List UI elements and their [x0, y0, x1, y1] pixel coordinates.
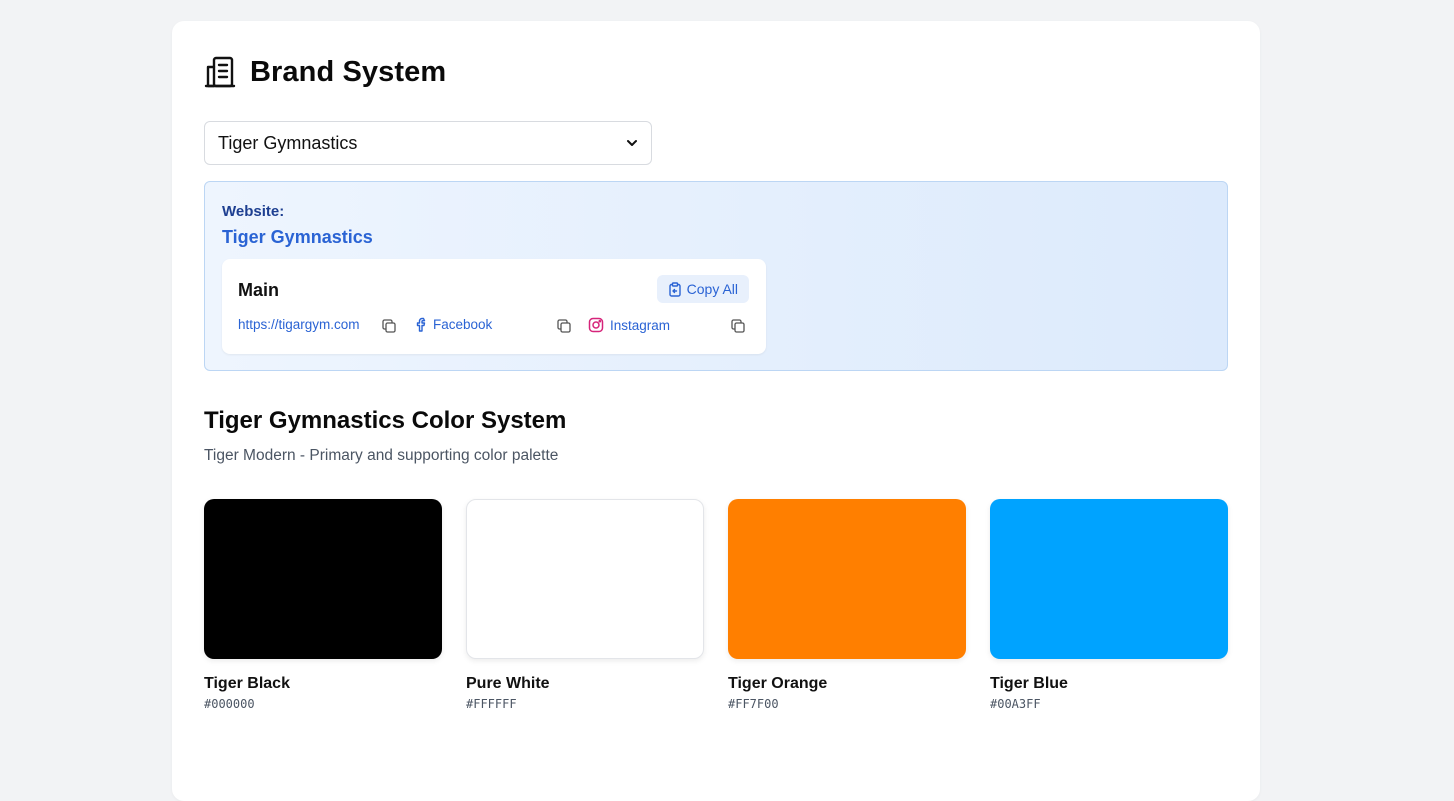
instagram-link[interactable]: Instagram [588, 317, 670, 333]
brand-select-value: Tiger Gymnastics [218, 132, 358, 153]
chevron-down-icon [627, 140, 637, 146]
facebook-icon [416, 317, 426, 332]
swatch-name: Tiger Blue [990, 675, 1068, 692]
copy-all-button[interactable]: Copy All [656, 275, 749, 303]
instagram-link-text: Instagram [610, 317, 671, 333]
links-row: https://tigargym.com Facebook Instagram [238, 317, 750, 337]
swatch-hex: #FFFFFF [466, 697, 517, 711]
brand-system-card: Brand System Tiger Gymnastics Website: T… [172, 21, 1260, 801]
building-icon [204, 56, 236, 88]
swatch-pure-white[interactable]: Pure White #FFFFFF [466, 499, 704, 711]
swatch-tiger-black[interactable]: Tiger Black #000000 [204, 499, 442, 711]
website-panel: Website: Tiger Gymnastics Main Copy All … [204, 181, 1228, 371]
swatch-hex: #00A3FF [990, 697, 1041, 711]
swatch-color[interactable] [728, 499, 966, 659]
website-label: Website: [222, 203, 285, 220]
swatch-name: Pure White [466, 675, 550, 692]
facebook-link[interactable]: Facebook [415, 317, 492, 332]
color-system-title: Tiger Gymnastics Color System [204, 407, 567, 434]
swatch-tiger-orange[interactable]: Tiger Orange #FF7F00 [728, 499, 966, 711]
website-url-text: https://tigargym.com [238, 317, 360, 332]
brand-select[interactable]: Tiger Gymnastics [204, 121, 652, 165]
clipboard-icon [668, 281, 681, 297]
swatch-tiger-blue[interactable]: Tiger Blue #00A3FF [990, 499, 1228, 711]
link-group-title: Main [238, 280, 280, 300]
color-system-subtitle: Tiger Modern - Primary and supporting co… [204, 447, 559, 464]
swatch-name: Tiger Orange [728, 675, 828, 692]
page-title: Brand System [250, 55, 447, 88]
copy-icon [731, 319, 745, 333]
copy-facebook-button[interactable] [556, 318, 572, 334]
copy-instagram-button[interactable] [730, 318, 746, 334]
swatch-hex: #000000 [204, 697, 255, 711]
copy-website-url-button[interactable] [381, 318, 397, 334]
copy-icon [382, 319, 396, 333]
instagram-icon [588, 317, 604, 333]
copy-icon [557, 319, 571, 333]
copy-all-label: Copy All [686, 281, 738, 297]
swatch-color[interactable] [204, 499, 442, 659]
facebook-link-text: Facebook [433, 317, 493, 332]
page-header: Brand System [204, 55, 446, 89]
swatch-color[interactable] [466, 499, 704, 659]
swatch-hex: #FF7F00 [728, 697, 779, 711]
website-url-link[interactable]: https://tigargym.com [238, 317, 360, 332]
swatch-color[interactable] [990, 499, 1228, 659]
swatch-name: Tiger Black [204, 675, 290, 692]
link-group-card: Main Copy All https://tigargym.com Faceb… [222, 259, 766, 354]
website-name: Tiger Gymnastics [222, 227, 373, 247]
